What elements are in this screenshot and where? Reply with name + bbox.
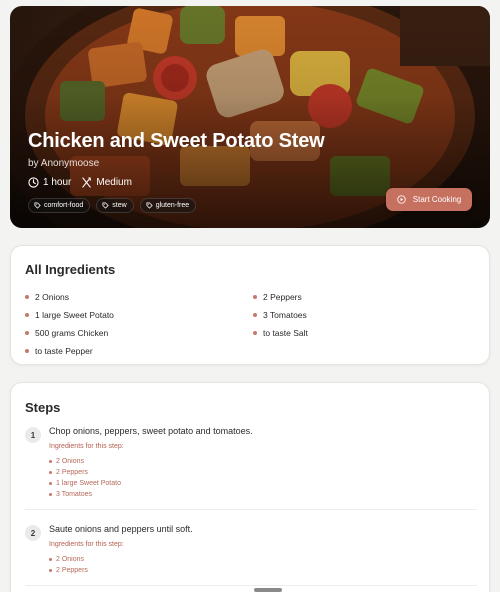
scrollbar-thumb[interactable] <box>254 588 282 592</box>
step-ingredient: 2 Peppers <box>49 565 88 576</box>
ingredient-item: to taste Salt <box>253 324 475 342</box>
difficulty-info: Medium <box>81 177 132 188</box>
step-ingredient-label: 1 large Sweet Potato <box>56 480 121 487</box>
utensils-icon <box>82 177 92 188</box>
tag-comfort-food[interactable]: comfort-food <box>28 198 91 213</box>
difficulty-label: Medium <box>96 177 132 188</box>
recipe-page: Chicken and Sweet Potato Stew by Anonymo… <box>0 0 500 592</box>
step-instruction: Saute onions and peppers until soft. <box>49 524 193 534</box>
step-ingredient: 3 Tomatoes <box>49 489 121 500</box>
bullet <box>253 295 257 299</box>
tag-label: stew <box>112 202 127 209</box>
ingredient-item: 2 Peppers <box>253 288 475 306</box>
time-info: 1 hour <box>28 177 71 188</box>
steps-card: Steps 1 Chop onions, peppers, sweet pota… <box>10 382 490 592</box>
tag-gluten-free[interactable]: gluten-free <box>139 198 197 213</box>
steps-heading: Steps <box>25 400 61 415</box>
step-ingredient: 2 Onions <box>49 554 88 565</box>
step-ingredient: 2 Peppers <box>49 467 121 478</box>
bullet <box>25 295 29 299</box>
bullet <box>253 313 257 317</box>
step-ingredient-label: 2 Peppers <box>56 567 88 574</box>
ingredient-item: 3 Tomatoes <box>253 306 475 324</box>
ingredient-item: 1 large Sweet Potato <box>25 306 253 324</box>
step-instruction: Chop onions, peppers, sweet potato and t… <box>49 426 253 436</box>
bullet <box>49 471 52 474</box>
step-divider <box>25 585 477 586</box>
step-ingredients-label: Ingredients for this step: <box>49 443 124 450</box>
bullet <box>49 460 52 463</box>
recipe-tags: comfort-food stew gluten-free <box>28 198 197 213</box>
recipe-hero: Chicken and Sweet Potato Stew by Anonymo… <box>10 6 490 228</box>
ingredient-label: 3 Tomatoes <box>263 310 307 320</box>
ingredient-label: 2 Onions <box>35 292 70 302</box>
bullet <box>253 331 257 335</box>
step-ingredients-label: Ingredients for this step: <box>49 541 124 548</box>
bullet <box>49 482 52 485</box>
tag-icon <box>146 202 153 209</box>
bullet <box>49 569 52 572</box>
step-ingredient: 1 large Sweet Potato <box>49 478 121 489</box>
ingredient-label: 2 Peppers <box>263 292 302 302</box>
tag-label: comfort-food <box>44 202 84 209</box>
step-number: 2 <box>25 525 41 541</box>
start-cooking-button[interactable]: Start Cooking <box>386 188 472 211</box>
ingredient-item: 2 Onions <box>25 288 253 306</box>
recipe-meta: 1 hour Medium <box>28 177 132 188</box>
ingredient-label: 1 large Sweet Potato <box>35 310 114 320</box>
ingredient-item: to taste Pepper <box>25 342 253 360</box>
clock-icon <box>28 177 39 188</box>
step-ingredient-label: 3 Tomatoes <box>56 491 93 498</box>
bullet <box>25 349 29 353</box>
step-ingredient: 2 Onions <box>49 456 121 467</box>
bullet <box>25 313 29 317</box>
ingredients-heading: All Ingredients <box>25 262 116 277</box>
bullet <box>49 558 52 561</box>
recipe-title: Chicken and Sweet Potato Stew <box>28 130 325 152</box>
tag-label: gluten-free <box>155 202 190 209</box>
play-circle-icon <box>397 195 406 204</box>
ingredient-label: to taste Salt <box>263 328 308 338</box>
start-cooking-label: Start Cooking <box>412 195 462 204</box>
ingredients-list: 2 Onions 2 Peppers 1 large Sweet Potato … <box>25 288 475 360</box>
ingredient-label: to taste Pepper <box>35 346 93 356</box>
time-label: 1 hour <box>43 177 72 188</box>
step-divider <box>25 509 477 510</box>
recipe-author: by Anonymoose <box>28 158 100 169</box>
step-ingredients-list: 2 Onions 2 Peppers 1 large Sweet Potato … <box>49 456 121 500</box>
ingredient-label: 500 grams Chicken <box>35 328 109 338</box>
bullet <box>49 493 52 496</box>
tag-icon <box>102 202 109 209</box>
tag-icon <box>34 202 41 209</box>
step-ingredients-list: 2 Onions 2 Peppers <box>49 554 88 576</box>
ingredient-item: 500 grams Chicken <box>25 324 253 342</box>
tag-stew[interactable]: stew <box>96 198 134 213</box>
bullet <box>25 331 29 335</box>
step-ingredient-label: 2 Onions <box>56 556 85 563</box>
ingredients-card: All Ingredients 2 Onions 2 Peppers 1 lar… <box>10 245 490 365</box>
step-ingredient-label: 2 Peppers <box>56 469 88 476</box>
step-ingredient-label: 2 Onions <box>56 458 85 465</box>
step-number: 1 <box>25 427 41 443</box>
